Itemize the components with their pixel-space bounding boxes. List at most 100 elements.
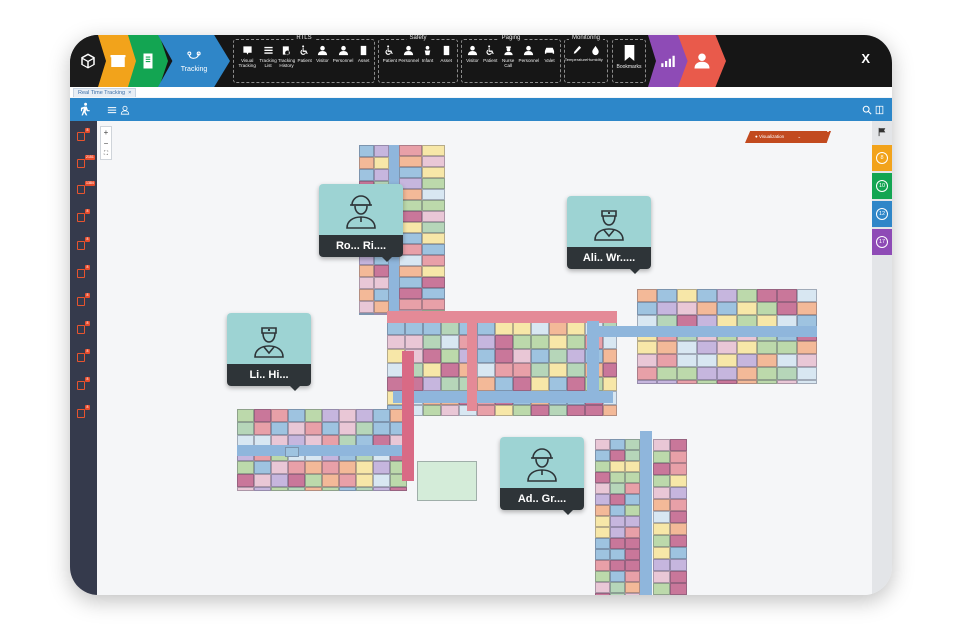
safety-asset-button[interactable]: Asset — [437, 45, 455, 82]
person-name: Li.. Hi... — [227, 364, 311, 386]
map-room — [653, 559, 670, 571]
paging-visitor-button[interactable]: Visitor — [464, 45, 481, 82]
temperature-button[interactable]: Temperature — [565, 45, 587, 82]
counter-orange[interactable]: 8 — [872, 145, 892, 171]
alert-badge: 8 — [85, 377, 90, 382]
counter-purple[interactable]: 17 — [872, 229, 892, 255]
infant-icon — [424, 45, 431, 56]
paging-personnel-button[interactable]: Personnel — [518, 45, 541, 82]
user-outline-icon[interactable] — [120, 104, 130, 116]
alert-device-icon — [77, 297, 85, 306]
map-room — [495, 349, 513, 363]
map-room — [697, 289, 717, 302]
counter-blue[interactable]: 12 — [872, 201, 892, 227]
alert-device-icon — [77, 325, 85, 334]
map-room — [477, 335, 495, 349]
safety-personnel-button[interactable]: Personnel — [398, 45, 419, 82]
map-room — [237, 461, 254, 474]
alert-item[interactable]: 8 — [77, 377, 90, 391]
map-room — [374, 265, 389, 277]
alert-item[interactable]: 8 — [77, 237, 90, 251]
flag-button[interactable] — [872, 125, 892, 139]
map-room — [595, 560, 610, 571]
person-card[interactable]: Ad.. Gr.... — [500, 437, 584, 515]
alert-item[interactable]: 8 — [77, 265, 90, 279]
app-window: Tracking RTLS Visual Tracking Tracking L… — [70, 35, 892, 595]
map-room — [373, 409, 390, 422]
map-room — [322, 474, 339, 487]
map-room — [777, 354, 797, 367]
person-card[interactable]: Ro... Ri.... — [319, 184, 403, 262]
alert-item[interactable]: 8 — [77, 128, 90, 142]
map-room — [356, 487, 373, 491]
map-room — [399, 167, 422, 178]
alert-device-icon — [77, 381, 85, 390]
monitoring-group-title: Monitoring — [568, 35, 604, 41]
tab-close-icon[interactable]: × — [128, 90, 131, 96]
map-room — [356, 474, 373, 487]
paging-patient-button[interactable]: Patient — [482, 45, 499, 82]
alert-item[interactable]: 2151 — [77, 155, 95, 169]
map-room — [757, 380, 777, 384]
map-room — [422, 277, 445, 288]
menu-icon[interactable] — [107, 104, 117, 116]
visual-tracking-button[interactable]: Visual Tracking — [236, 45, 258, 82]
map-room — [373, 461, 390, 474]
map-room — [374, 289, 389, 301]
person-card[interactable]: Li.. Hi... — [227, 313, 311, 391]
walking-person-icon[interactable] — [78, 102, 92, 117]
humidity-button[interactable]: Humidity — [586, 45, 604, 82]
tracking-history-button[interactable]: Tracking History — [278, 45, 295, 82]
map-room — [399, 255, 422, 266]
alert-item[interactable]: 8 — [77, 293, 90, 307]
map-room — [653, 451, 670, 463]
map-room — [653, 547, 670, 559]
map-room — [585, 405, 603, 416]
panel-toggle-icon[interactable] — [875, 104, 884, 116]
map-room — [237, 474, 254, 487]
personnel-icon — [338, 45, 348, 56]
nurse-avatar-icon — [254, 326, 284, 358]
tab-real-time-tracking[interactable]: Real Time Tracking × — [73, 88, 137, 97]
map-room — [531, 349, 549, 363]
map-room — [595, 538, 610, 549]
map-room — [737, 341, 757, 354]
tracking-list-button[interactable]: Tracking List — [259, 45, 277, 82]
alerts-side-panel: 8 2151 1384 8 8 8 8 8 8 8 8 — [70, 121, 97, 595]
document-icon — [143, 53, 153, 69]
rtls-personnel-button[interactable]: Personnel — [332, 45, 354, 82]
alert-item[interactable]: 8 — [77, 405, 90, 419]
card-pointer — [382, 257, 392, 262]
counter-green[interactable]: 10 — [872, 173, 892, 199]
map-room — [717, 341, 737, 354]
map-room — [399, 299, 422, 310]
alert-badge: 1384 — [85, 181, 95, 186]
alert-device-icon — [77, 132, 85, 141]
tracking-button[interactable]: Tracking — [158, 35, 230, 87]
alert-item[interactable]: 1384 — [77, 181, 95, 195]
paging-valet-button[interactable]: Valet — [541, 45, 558, 82]
alert-item[interactable]: 8 — [77, 209, 90, 223]
rtls-patient-button[interactable]: Patient — [296, 45, 313, 82]
alert-item[interactable]: 8 — [77, 349, 90, 363]
map-room — [797, 302, 817, 315]
rtls-visitor-button[interactable]: Visitor — [314, 45, 331, 82]
search-icon[interactable] — [862, 104, 872, 116]
map-room — [610, 483, 625, 494]
map-room — [339, 422, 356, 435]
map-room — [374, 277, 389, 289]
safety-infant-button[interactable]: Infant — [419, 45, 437, 82]
person-card[interactable]: Ali.. Wr..... — [567, 196, 651, 274]
alert-item[interactable]: 8 — [77, 321, 90, 335]
paging-nurse-call-button[interactable]: Nurse Call — [500, 45, 517, 82]
map-room — [339, 409, 356, 422]
floor-map[interactable]: + − ⛶ ● Visualization ⌄ Ro... Ri.... Ali… — [97, 121, 872, 595]
rtls-group: RTLS Visual Tracking Tracking List Track… — [233, 35, 375, 83]
close-button[interactable]: X — [861, 51, 870, 66]
map-room — [670, 511, 687, 523]
rtls-asset-button[interactable]: Asset — [355, 45, 372, 82]
safety-patient-button[interactable]: Patient — [381, 45, 399, 82]
visualization-button[interactable]: ● Visualization ⌄ — [745, 131, 831, 143]
map-room — [495, 405, 513, 416]
bookmarks-button[interactable]: Bookmarks — [612, 39, 646, 83]
